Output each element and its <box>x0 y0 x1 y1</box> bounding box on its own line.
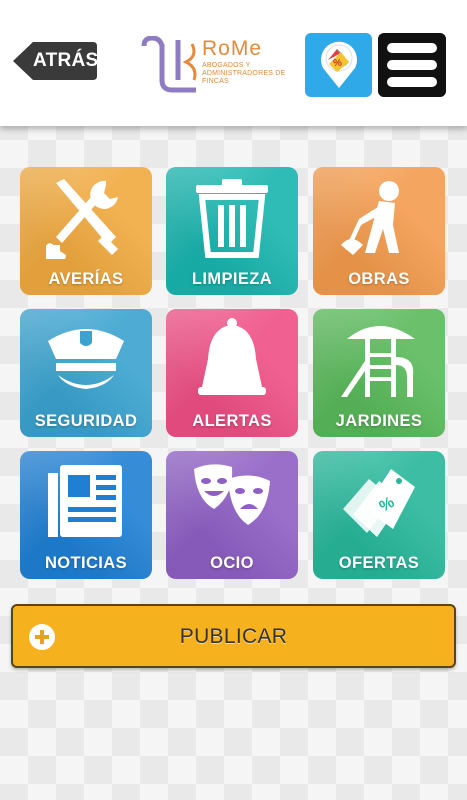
tile-label: OCIO <box>210 554 254 572</box>
tile-alertas[interactable]: ALERTAS <box>166 309 298 437</box>
tile-ofertas[interactable]: % OFERTAS <box>313 451 445 579</box>
category-grid: AVERÍAS LIMPIEZA OBRAS SEGURIDAD ALERTAS… <box>20 167 445 579</box>
company-logo: RoMe ABOGADOS Y ADMINISTRADORES DE FINCA… <box>140 36 290 94</box>
tile-label: NOTICIAS <box>44 554 128 572</box>
tile-averias[interactable]: AVERÍAS <box>20 167 152 295</box>
tile-label: OFERTAS <box>338 554 420 572</box>
theater-masks-icon <box>194 464 270 525</box>
tile-label: OBRAS <box>348 270 410 288</box>
logo-subtitle: ABOGADOS Y ADMINISTRADORES DE FINCAS <box>202 62 286 85</box>
logo-name: RoMe <box>202 37 263 60</box>
tile-obras[interactable]: OBRAS <box>313 167 445 295</box>
tile-limpieza[interactable]: LIMPIEZA <box>166 167 298 295</box>
tile-label: ALERTAS <box>192 412 272 430</box>
tools-icon <box>46 179 118 259</box>
publish-button[interactable]: PUBLICAR <box>11 604 456 668</box>
newspaper-icon <box>48 465 122 537</box>
back-button[interactable]: ATRÁS <box>11 40 99 82</box>
price-tags-icon: % <box>343 469 415 537</box>
svg-text:%: % <box>333 58 342 69</box>
logo-mark-icon <box>141 36 197 93</box>
tile-label: LIMPIEZA <box>191 270 273 288</box>
tile-label: SEGURIDAD <box>34 412 138 430</box>
trash-icon <box>196 179 268 258</box>
playground-icon <box>341 326 415 397</box>
app-header: ATRÁS RoMe ABOGADOS Y ADMINISTRADORES DE… <box>0 0 467 126</box>
tile-seguridad[interactable]: SEGURIDAD <box>20 309 152 437</box>
police-cap-icon <box>48 329 124 389</box>
offers-button[interactable]: % <box>305 33 372 97</box>
construction-worker-icon <box>341 181 399 255</box>
tile-jardines[interactable]: JARDINES <box>313 309 445 437</box>
back-label: ATRÁS <box>33 50 99 71</box>
tile-label: AVERÍAS <box>48 270 124 288</box>
offer-tag-icon: % <box>321 41 357 88</box>
publish-label: PUBLICAR <box>179 625 288 648</box>
tile-ocio[interactable]: OCIO <box>166 451 298 579</box>
tile-noticias[interactable]: NOTICIAS <box>20 451 152 579</box>
menu-button[interactable] <box>378 33 446 97</box>
bell-icon <box>198 318 266 395</box>
tile-label: JARDINES <box>335 412 423 430</box>
